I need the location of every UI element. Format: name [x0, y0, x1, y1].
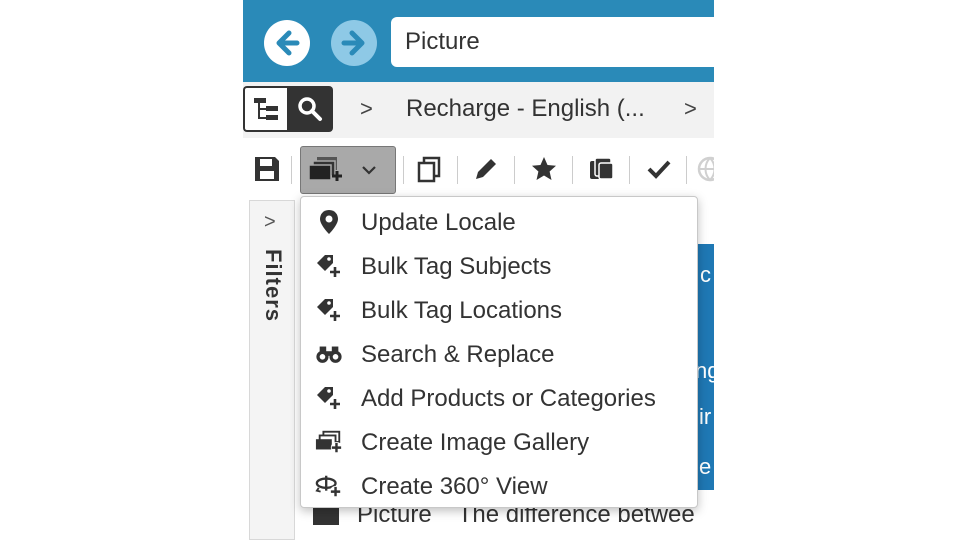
breadcrumb-separator: > [684, 96, 697, 121]
globe-button[interactable] [695, 154, 714, 184]
breadcrumb-separator: > [360, 96, 373, 121]
menu-item-label: Create 360° View [361, 473, 548, 500]
menu-item-update-locale[interactable]: Update Locale [301, 201, 697, 243]
view-toggle [243, 86, 333, 134]
copy-icon [417, 156, 441, 183]
tag-add-icon [315, 253, 343, 279]
breadcrumb-item[interactable]: Recharge - English (... [406, 95, 645, 123]
search-view-button[interactable] [287, 86, 333, 132]
menu-item-label: Update Locale [361, 209, 516, 236]
menu-item-create-360-view[interactable]: Create 360° View [301, 465, 697, 507]
menu-item-create-image-gallery[interactable]: Create Image Gallery [301, 421, 697, 463]
toolbar-divider [403, 156, 404, 184]
menu-item-label: Search & Replace [361, 341, 555, 368]
tag-add-icon [315, 297, 343, 323]
filters-expand-chevron[interactable]: > [264, 211, 276, 234]
arrow-left-icon [276, 30, 300, 56]
app-window: Picture > Recharge - English (... > > Fi… [243, 0, 714, 540]
map-pin-icon [315, 209, 343, 235]
toolbar [243, 138, 714, 200]
partial-text: ir [699, 404, 712, 429]
floppy-disk-icon [255, 157, 279, 181]
menu-item-label: Bulk Tag Locations [361, 297, 563, 324]
arrow-right-icon [341, 30, 365, 56]
menu-item-label: Create Image Gallery [361, 429, 590, 456]
back-button[interactable] [264, 20, 310, 66]
picture-type-icon [313, 505, 339, 525]
top-bar: Picture [243, 0, 714, 82]
menu-item-bulk-tag-subjects[interactable]: Bulk Tag Subjects [301, 245, 697, 287]
checkmark-icon [647, 160, 671, 179]
toolbar-divider [572, 156, 573, 184]
batch-actions-menu: Update Locale Bulk Tag Subjects Bulk Tag… [300, 196, 698, 508]
pencil-icon [476, 159, 496, 179]
filters-panel[interactable]: > Filters [249, 200, 295, 540]
rotate-360-icon [315, 473, 343, 499]
forward-button[interactable] [331, 20, 377, 66]
stacked-cards-icon [590, 157, 614, 180]
edit-button[interactable] [471, 154, 501, 184]
toolbar-divider [686, 156, 687, 184]
toolbar-divider [629, 156, 630, 184]
favorite-button[interactable] [529, 154, 559, 184]
breadcrumb-bar: > Recharge - English (... > [243, 82, 714, 138]
duplicate-button[interactable] [414, 154, 444, 184]
tag-add-icon [315, 385, 343, 411]
menu-item-label: Bulk Tag Subjects [361, 253, 552, 280]
binoculars-icon [315, 341, 343, 367]
toolbar-divider [291, 156, 292, 184]
globe-icon [697, 156, 714, 182]
approve-button[interactable] [644, 154, 674, 184]
search-input-value: Picture [405, 28, 480, 55]
batch-actions-dropdown-button[interactable] [300, 146, 396, 194]
gallery-add-icon [315, 429, 343, 455]
menu-item-bulk-tag-locations[interactable]: Bulk Tag Locations [301, 289, 697, 331]
chevron-down-icon [362, 166, 376, 175]
tree-icon [254, 98, 278, 120]
partial-text: e [699, 454, 712, 479]
toolbar-divider [457, 156, 458, 184]
gallery-add-icon [308, 157, 342, 181]
partial-text: c [700, 262, 711, 287]
search-input[interactable]: Picture [391, 17, 714, 67]
menu-item-search-replace[interactable]: Search & Replace [301, 333, 697, 375]
toolbar-divider [514, 156, 515, 184]
search-icon [298, 97, 322, 121]
save-button[interactable] [252, 154, 282, 184]
star-icon [532, 157, 556, 180]
collections-button[interactable] [587, 154, 617, 184]
menu-item-add-products-categories[interactable]: Add Products or Categories [301, 377, 697, 419]
filters-label: Filters [261, 249, 286, 323]
tree-view-button[interactable] [243, 86, 287, 132]
menu-item-label: Add Products or Categories [361, 385, 656, 412]
